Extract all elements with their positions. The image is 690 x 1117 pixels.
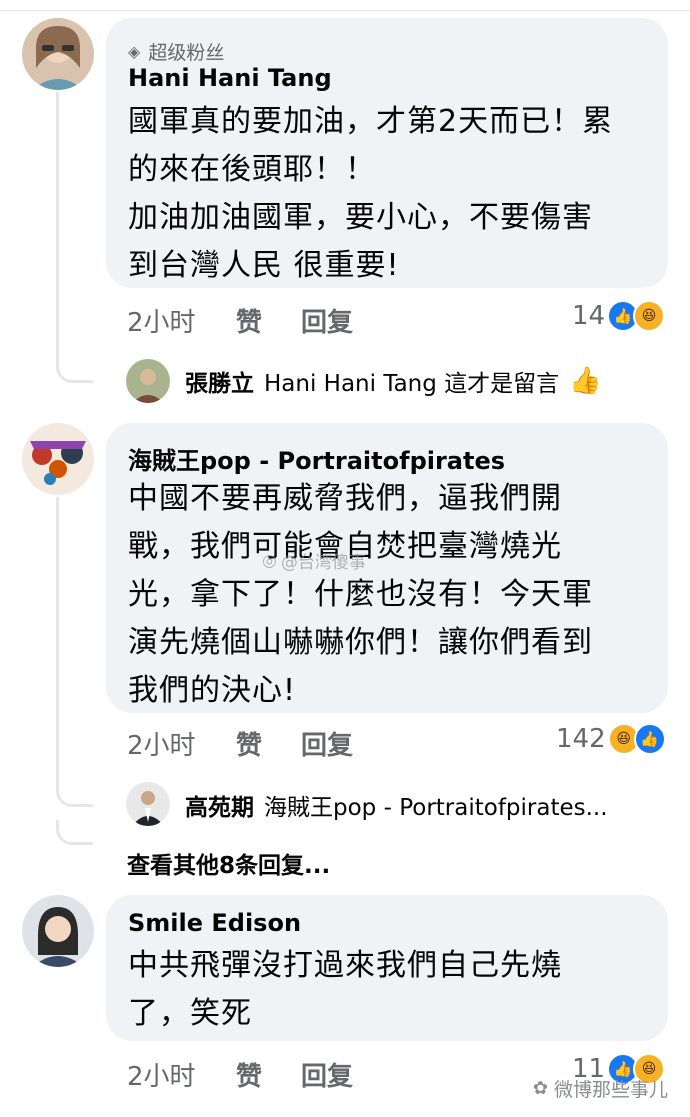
comment-time[interactable]: 2小时 <box>127 302 196 339</box>
avatar[interactable] <box>22 895 94 967</box>
reply-button[interactable]: 回复 <box>301 302 353 339</box>
comment-time[interactable]: 2小时 <box>127 1056 196 1093</box>
reaction-count: 142 <box>556 724 606 754</box>
reply-thread-line <box>56 92 59 354</box>
reply-thread-curve <box>56 352 93 383</box>
like-button[interactable]: 赞 <box>236 1056 262 1093</box>
reply-avatar[interactable] <box>126 782 170 826</box>
avatar[interactable] <box>22 423 94 495</box>
reply-avatar[interactable] <box>126 359 170 403</box>
reply-preview[interactable]: 高苑期 海賊王pop - Portraitofpirates... <box>185 788 608 822</box>
reply-text: Hani Hani Tang 這才是留言 <box>264 371 560 397</box>
like-button[interactable]: 赞 <box>236 302 262 339</box>
reply-text: 海賊王pop - Portraitofpirates... <box>264 795 608 821</box>
reactions-summary[interactable]: 142 😆 👍 <box>556 723 666 755</box>
comment-author[interactable]: Hani Hani Tang <box>128 64 332 92</box>
weibo-icon: ◎ <box>262 550 277 571</box>
reaction-count: 14 <box>572 301 606 331</box>
super-fan-badge: ◈ 超级粉丝 <box>128 42 225 64</box>
reply-author[interactable]: 張勝立 <box>185 364 254 398</box>
comment-author[interactable]: 海賊王pop - Portraitofpirates <box>128 441 505 476</box>
comment-bubble: 海賊王pop - Portraitofpirates 中國不要再威脅我們，逼我們… <box>106 423 668 713</box>
comment-author[interactable]: Smile Edison <box>128 909 301 937</box>
comment-bubble: ◈ 超级粉丝 Hani Hani Tang 國軍真的要加油，才第2天而已！累 的… <box>106 18 668 288</box>
avatar[interactable] <box>22 18 94 90</box>
reply-thread-curve <box>56 776 93 807</box>
like-button[interactable]: 赞 <box>236 725 262 762</box>
reply-preview[interactable]: 張勝立 Hani Hani Tang 這才是留言 👍 <box>185 364 602 398</box>
reply-button[interactable]: 回复 <box>301 1056 353 1093</box>
watermark-corner: ✿ 微博那些事儿 <box>532 1078 668 1101</box>
top-divider <box>0 10 690 11</box>
reactions-summary[interactable]: 14 👍 😆 <box>572 300 666 332</box>
reply-author[interactable]: 高苑期 <box>185 788 254 822</box>
reply-thread-line <box>56 497 59 787</box>
haha-icon: 😆 <box>633 300 666 332</box>
reply-thread-curve <box>56 820 93 845</box>
comment-text: 中國不要再威脅我們，逼我們開 戰，我們可能會自焚把臺灣燒光 光，拿下了！什麼也沒… <box>128 481 593 708</box>
view-more-replies-link[interactable]: 查看其他8条回复... <box>127 846 330 880</box>
reply-button[interactable]: 回复 <box>301 725 353 762</box>
comment-text: 國軍真的要加油，才第2天而已！累 的來在後頭耶！！ 加油加油國軍，要小心，不要傷… <box>128 104 614 283</box>
like-icon: 👍 <box>633 723 666 755</box>
diamond-icon: ◈ <box>128 42 141 61</box>
wechat-icon: ✿ <box>532 1078 548 1099</box>
comment-time[interactable]: 2小时 <box>127 725 196 762</box>
thumbs-up-emoji: 👍 <box>569 366 602 396</box>
comment-bubble: Smile Edison 中共飛彈沒打過來我們自己先燒 了，笑死 <box>106 895 668 1041</box>
watermark: ◎ @台湾傻事 <box>262 550 366 574</box>
comment-text: 中共飛彈沒打過來我們自己先燒 了，笑死 <box>128 948 562 1031</box>
